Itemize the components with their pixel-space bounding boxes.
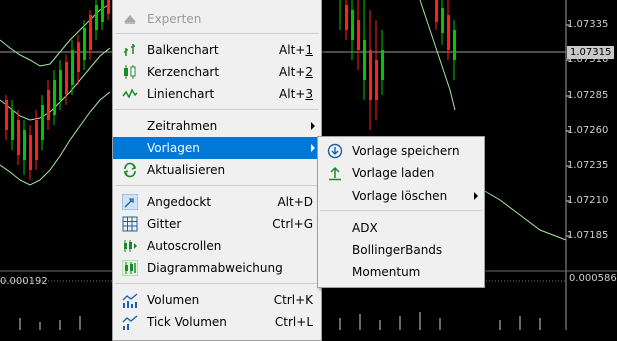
menu-separator <box>115 109 319 110</box>
submenu-item-vorlage-laden[interactable]: Vorlage laden <box>318 162 484 184</box>
menu-item-experten[interactable]: Experten <box>113 8 321 30</box>
indicator-value-label: 0.000192 <box>0 276 48 287</box>
menu-item-label: Kerzenchart <box>147 65 220 79</box>
menu-item-label: Vorlage löschen <box>352 189 448 203</box>
expert-hat-icon <box>122 11 138 27</box>
menu-separator <box>320 210 482 211</box>
line-chart-icon <box>122 86 138 102</box>
menu-item-label: Diagrammabweichung <box>147 261 283 275</box>
menu-item-shortcut: Ctrl+G <box>272 217 313 231</box>
menu-item-volumen[interactable]: Volumen Ctrl+K <box>113 289 321 311</box>
menu-item-label: Angedockt <box>147 195 212 209</box>
indicator-axis-label: 0.000586 <box>569 273 617 284</box>
menu-item-vorlagen[interactable]: Vorlagen <box>113 137 321 159</box>
menu-item-label: Linienchart <box>147 87 215 101</box>
chart-context-menu: Experten Balkenchart Alt+1 Kerzenchart A… <box>112 0 322 341</box>
bar-chart-icon <box>122 42 138 58</box>
partial-icon <box>122 0 138 4</box>
menu-item-label: Tick Volumen <box>147 315 227 329</box>
menu-item-balkenchart[interactable]: Balkenchart Alt+1 <box>113 39 321 61</box>
menu-item-shortcut: Alt+2 <box>279 65 313 79</box>
menu-item-shortcut: Ctrl+K <box>273 293 313 307</box>
menu-separator <box>115 185 319 186</box>
menu-item-label: Autoscrollen <box>147 239 222 253</box>
templates-submenu: Vorlage speichern Vorlage laden Vorlage … <box>317 136 485 288</box>
menu-separator <box>115 33 319 34</box>
menu-item-angedockt[interactable]: Angedockt Alt+D <box>113 191 321 213</box>
load-template-icon <box>327 165 343 181</box>
current-price-tag: 1.07315 <box>567 46 615 59</box>
menu-item-label: Aktualisieren <box>147 163 226 177</box>
menu-item-shortcut: Ctrl+L <box>274 315 313 329</box>
submenu-item-template-bollingerbands[interactable]: BollingerBands <box>318 239 484 261</box>
menu-item-shortcut: Alt+3 <box>279 87 313 101</box>
chart-shift-icon <box>121 259 139 277</box>
menu-item-label: Momentum <box>352 265 421 279</box>
menu-item-label: Gitter <box>147 217 182 231</box>
pin-icon <box>121 193 139 211</box>
tick-volume-icon <box>122 314 138 330</box>
submenu-item-vorlage-speichern[interactable]: Vorlage speichern <box>318 140 484 162</box>
menu-item-aktualisieren[interactable]: Aktualisieren <box>113 159 321 181</box>
menu-separator <box>115 283 319 284</box>
price-axis-label: 1.07335 <box>567 19 609 30</box>
save-template-icon <box>327 143 343 159</box>
menu-item-shortcut: Alt+D <box>277 195 313 209</box>
menu-item-label: Vorlage laden <box>352 166 435 180</box>
refresh-icon <box>122 162 138 178</box>
menu-item-label: Vorlagen <box>147 141 200 155</box>
submenu-arrow-icon <box>311 144 315 152</box>
menu-item-label: BollingerBands <box>352 243 443 257</box>
menu-item-shortcut: Alt+1 <box>279 43 313 57</box>
submenu-item-template-momentum[interactable]: Momentum <box>318 261 484 283</box>
menu-item-zeitrahmen[interactable]: Zeitrahmen <box>113 115 321 137</box>
submenu-item-vorlage-loeschen[interactable]: Vorlage löschen <box>318 185 484 207</box>
price-axis-label: 1.07260 <box>567 125 609 136</box>
menu-item-diagrammabweichung[interactable]: Diagrammabweichung <box>113 257 321 279</box>
price-axis-label: 1.07285 <box>567 90 609 101</box>
autoscroll-icon <box>122 238 138 254</box>
submenu-item-template-adx[interactable]: ADX <box>318 217 484 239</box>
menu-item-label: Experten <box>147 12 202 26</box>
menu-item-linienchart[interactable]: Linienchart Alt+3 <box>113 83 321 105</box>
price-axis-label: 1.07185 <box>567 230 609 241</box>
menu-item-label: ADX <box>352 221 378 235</box>
menu-item-label: Vorlage speichern <box>352 144 460 158</box>
grid-icon <box>122 216 138 232</box>
submenu-arrow-icon <box>311 122 315 130</box>
candlestick-icon <box>122 64 138 80</box>
submenu-arrow-icon <box>474 192 478 200</box>
menu-item-label: Zeitrahmen <box>147 119 218 133</box>
menu-item-label: Balkenchart <box>147 43 219 57</box>
menu-item-autoscrollen[interactable]: Autoscrollen <box>113 235 321 257</box>
volume-icon <box>122 292 138 308</box>
menu-item-kerzenchart[interactable]: Kerzenchart Alt+2 <box>113 61 321 83</box>
menu-item-label: Volumen <box>147 293 200 307</box>
price-axis-label: 1.07210 <box>567 195 609 206</box>
menu-item-gitter[interactable]: Gitter Ctrl+G <box>113 213 321 235</box>
price-axis-label: 1.07235 <box>567 160 609 171</box>
menu-item-partial[interactable] <box>113 0 321 7</box>
